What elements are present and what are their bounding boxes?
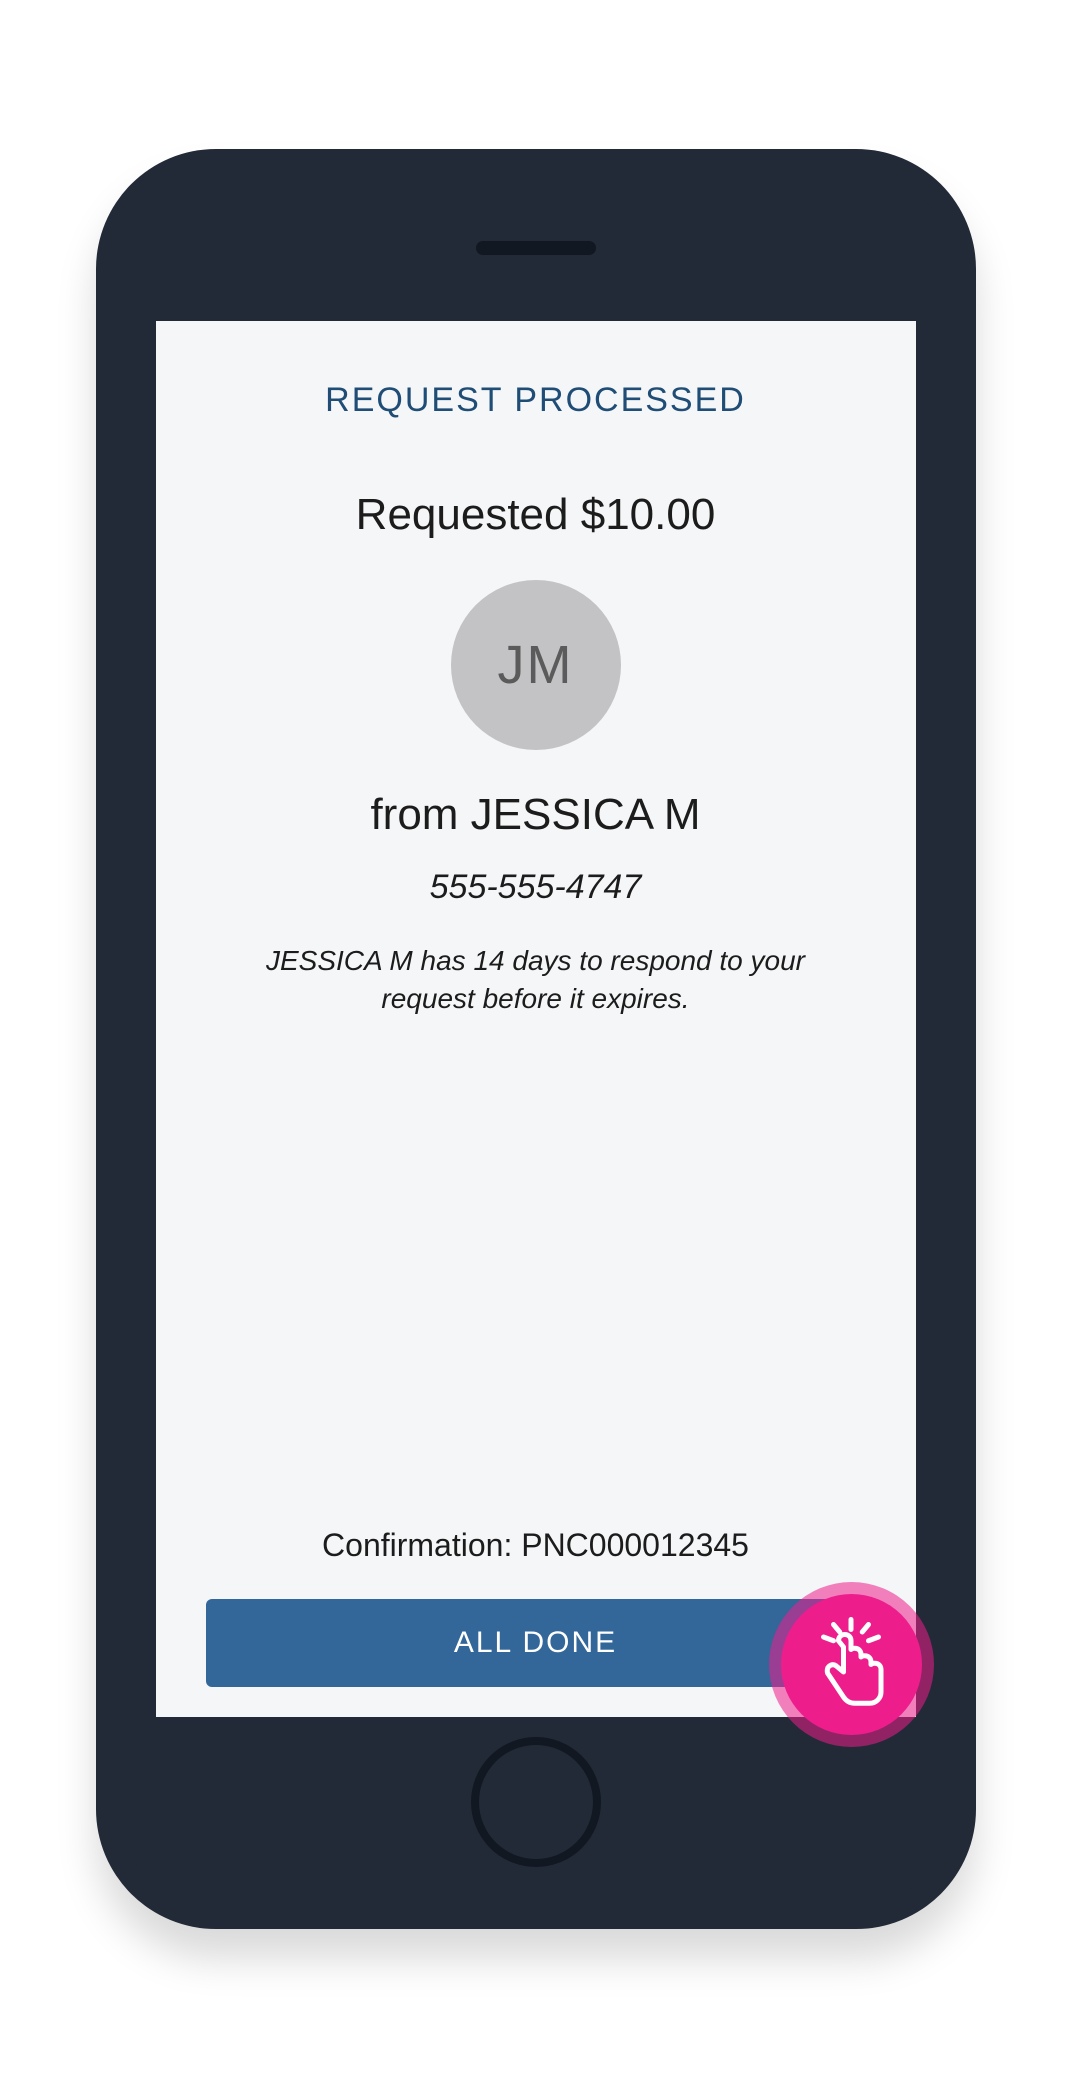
app-screen: REQUEST PROCESSED Requested $10.00 JM fr… [156, 321, 916, 1717]
requested-amount: Requested $10.00 [206, 490, 866, 540]
phone-inner-bezel: REQUEST PROCESSED Requested $10.00 JM fr… [118, 171, 954, 1907]
expiry-note: JESSICA M has 14 days to respond to your… [206, 942, 866, 1018]
phone-speaker [476, 241, 596, 255]
spacer [206, 1018, 866, 1527]
phone-device-frame: REQUEST PROCESSED Requested $10.00 JM fr… [96, 149, 976, 1929]
contact-avatar: JM [451, 580, 621, 750]
home-button[interactable] [471, 1737, 601, 1867]
from-contact-name: from JESSICA M [206, 790, 866, 840]
confirmation-number: Confirmation: PNC000012345 [206, 1527, 866, 1564]
page-title: REQUEST PROCESSED [206, 381, 866, 420]
contact-phone-number: 555-555-4747 [206, 868, 866, 907]
avatar-initials: JM [498, 634, 574, 696]
all-done-button[interactable]: ALL DONE [206, 1599, 866, 1687]
